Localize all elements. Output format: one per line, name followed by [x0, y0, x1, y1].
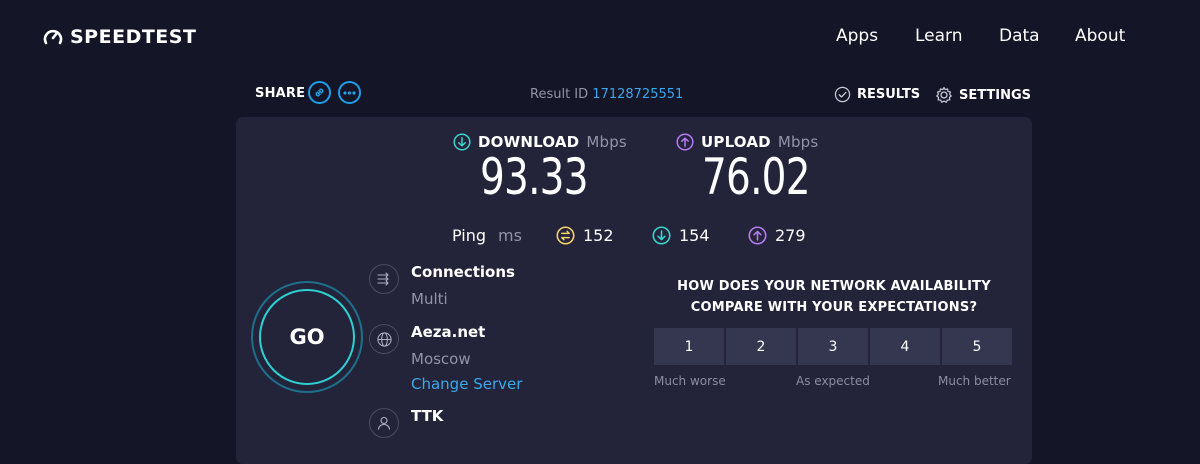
nav-about[interactable]: About — [1075, 26, 1125, 46]
ping-idle: 152 — [556, 226, 614, 245]
connections-mode[interactable]: Multi — [411, 290, 448, 308]
more-share-options-button[interactable] — [338, 81, 361, 104]
results-link[interactable]: RESULTS — [834, 86, 920, 103]
server-location: Moscow — [411, 350, 471, 368]
globe-icon — [376, 331, 392, 347]
connections-title: Connections — [411, 263, 515, 281]
ping-idle-value: 152 — [583, 226, 614, 245]
check-circle-icon — [834, 86, 851, 103]
rating-option-3[interactable]: 3 — [798, 328, 868, 365]
upload-latency-icon — [748, 226, 767, 245]
ping-unit: ms — [498, 226, 522, 245]
gauge-icon — [43, 29, 63, 45]
nav-learn[interactable]: Learn — [915, 26, 963, 46]
nav-apps[interactable]: Apps — [836, 26, 878, 46]
go-button[interactable]: GO — [251, 281, 363, 393]
user-icon-wrap — [369, 408, 399, 438]
scale-label-mid: As expected — [796, 374, 870, 388]
user-icon — [377, 416, 391, 430]
result-id-label: Result ID — [530, 87, 589, 102]
ping-upload-value: 279 — [775, 226, 806, 245]
speedtest-logo[interactable]: SPEEDTEST — [42, 26, 196, 48]
rating-option-1[interactable]: 1 — [654, 328, 724, 365]
result-id-link[interactable]: 17128725551 — [592, 87, 683, 102]
go-button-inner: GO — [259, 289, 355, 385]
rating-option-4[interactable]: 4 — [870, 328, 940, 365]
ping-upload: 279 — [748, 226, 806, 245]
ping-download: 154 — [652, 226, 710, 245]
link-icon — [315, 88, 324, 97]
server-name: Aeza.net — [411, 323, 486, 341]
survey-question: HOW DOES YOUR NETWORK AVAILABILITY COMPA… — [656, 276, 1012, 318]
upload-speed: 76.02 — [702, 148, 811, 206]
more-dots-icon — [343, 90, 356, 95]
rating-option-5[interactable]: 5 — [942, 328, 1012, 365]
results-label: RESULTS — [857, 87, 921, 102]
nav-data[interactable]: Data — [999, 26, 1040, 46]
download-speed: 93.33 — [480, 148, 589, 206]
download-arrow-icon — [453, 133, 471, 151]
change-server-link[interactable]: Change Server — [411, 375, 522, 393]
settings-label: SETTINGS — [959, 87, 1032, 103]
idle-latency-icon — [556, 226, 575, 245]
share-label: SHARE — [255, 86, 306, 101]
download-unit: Mbps — [586, 133, 627, 151]
survey-question-line-1: HOW DOES YOUR NETWORK AVAILABILITY — [677, 279, 991, 294]
ping-row: Ping ms — [452, 226, 522, 245]
gear-icon — [936, 86, 952, 103]
download-latency-icon — [652, 226, 671, 245]
ping-download-value: 154 — [679, 226, 710, 245]
connections-icon — [377, 272, 389, 286]
copy-link-button[interactable] — [308, 81, 331, 104]
logo-text: SPEEDTEST — [70, 26, 197, 48]
upload-arrow-icon — [676, 133, 694, 151]
survey-question-line-2: COMPARE WITH YOUR EXPECTATIONS? — [690, 300, 978, 315]
scale-label-high: Much better — [938, 374, 1011, 388]
scale-label-low: Much worse — [654, 374, 726, 388]
rating-option-2[interactable]: 2 — [726, 328, 796, 365]
globe-icon-wrap — [369, 324, 399, 354]
result-id: Result ID 17128725551 — [530, 87, 683, 102]
go-label: GO — [289, 325, 325, 349]
ping-label: Ping — [452, 226, 487, 245]
settings-link[interactable]: SETTINGS — [935, 86, 1031, 104]
connections-icon-wrap — [369, 264, 399, 294]
provider-name: TTK — [411, 407, 444, 425]
